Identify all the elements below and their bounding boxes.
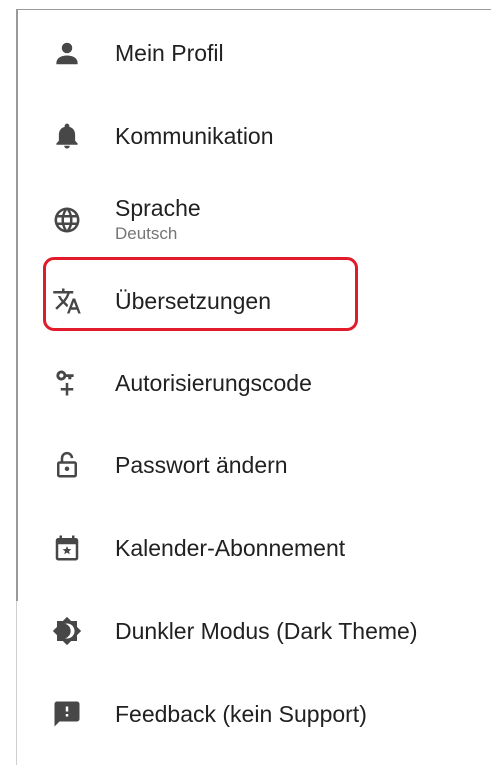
- menu-item-label: Übersetzungen: [115, 288, 271, 314]
- menu-item-label: Sprache: [115, 195, 201, 221]
- calendar-icon: [47, 528, 87, 568]
- menu-item-label: Mein Profil: [115, 40, 224, 66]
- person-icon: [47, 33, 87, 73]
- lock-open-icon: [47, 445, 87, 485]
- menu-item-translations[interactable]: Übersetzungen: [0, 261, 491, 341]
- menu-item-label: Kommunikation: [115, 123, 274, 149]
- brightness-icon: [47, 611, 87, 651]
- menu-item-label: Kalender-Abonnement: [115, 534, 346, 561]
- key-plus-icon: [47, 363, 87, 403]
- top-border: [16, 9, 491, 10]
- menu-item-communication[interactable]: Kommunikation: [0, 94, 491, 178]
- menu-item-label: Feedback (kein Support): [115, 700, 367, 727]
- menu-item-feedback[interactable]: Feedback (kein Support): [0, 672, 491, 755]
- translate-icon: [47, 281, 87, 321]
- menu-item-label: Autorisierungscode: [115, 369, 312, 396]
- feedback-icon: [47, 694, 87, 734]
- settings-menu: Mein Profil Kommunikation Sprache Deutsc…: [0, 12, 491, 755]
- menu-item-sublabel: Deutsch: [115, 224, 178, 243]
- globe-icon: [47, 200, 87, 240]
- menu-item-password[interactable]: Passwort ändern: [0, 424, 491, 506]
- bell-icon: [47, 116, 87, 156]
- menu-item-language[interactable]: Sprache Deutsch: [0, 178, 491, 261]
- menu-item-dark-mode[interactable]: Dunkler Modus (Dark Theme): [0, 589, 491, 672]
- menu-item-calendar[interactable]: Kalender-Abonnement: [0, 506, 491, 589]
- menu-item-auth-code[interactable]: Autorisierungscode: [0, 341, 491, 424]
- menu-item-profile[interactable]: Mein Profil: [0, 12, 491, 94]
- menu-item-label: Dunkler Modus (Dark Theme): [115, 617, 418, 644]
- menu-item-label: Passwort ändern: [115, 452, 288, 478]
